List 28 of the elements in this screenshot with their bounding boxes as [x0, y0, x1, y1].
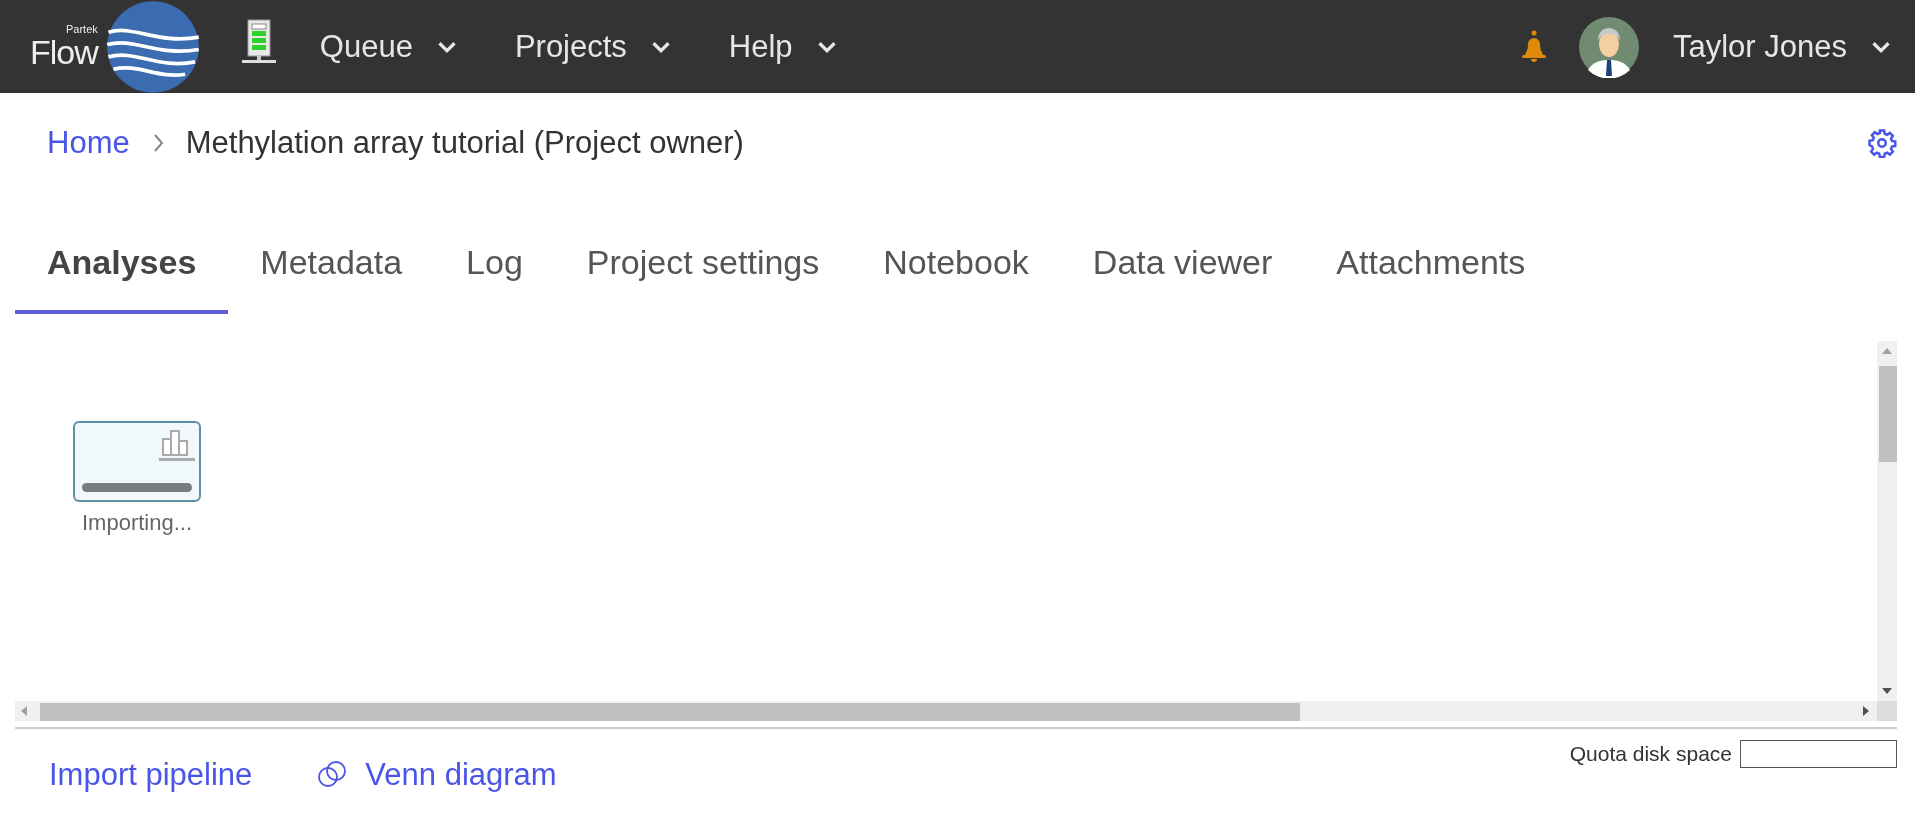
footer-link[interactable]: Venn diagram: [317, 757, 557, 793]
breadcrumb-current: Methylation array tutorial (Project owner): [185, 125, 744, 161]
tab[interactable]: Analyses: [15, 227, 229, 314]
chevron-right-icon: [151, 133, 164, 153]
menu-dropdown[interactable]: Help: [728, 28, 839, 65]
tab[interactable]: Attachments: [1304, 227, 1558, 314]
quota-label: Quota disk space: [1569, 742, 1732, 766]
bell-icon[interactable]: [1519, 29, 1548, 64]
tab[interactable]: Project settings: [554, 227, 852, 314]
tab[interactable]: Log: [434, 227, 555, 314]
data-node-icon[interactable]: [73, 421, 201, 502]
breadcrumb-link[interactable]: Home: [47, 125, 130, 161]
footer-link[interactable]: Import pipeline: [49, 757, 253, 793]
horizontal-scrollbar[interactable]: [15, 701, 1897, 721]
menu-dropdown[interactable]: Queue: [319, 28, 459, 65]
tab[interactable]: Metadata: [228, 227, 435, 314]
node-label: Importing...: [81, 510, 192, 536]
settings-icon[interactable]: [1867, 128, 1897, 158]
user-menu[interactable]: Taylor Jones: [1672, 28, 1893, 65]
venn-icon: [317, 760, 348, 790]
logo-title: Flow: [30, 35, 98, 69]
menu-dropdown[interactable]: Projects: [514, 28, 673, 65]
tab[interactable]: Notebook: [851, 227, 1061, 314]
globe-logo-icon: [105, 0, 200, 94]
vertical-scrollbar[interactable]: [1877, 341, 1897, 701]
avatar-icon: [1577, 15, 1640, 78]
tab[interactable]: Data viewer: [1060, 227, 1305, 314]
logo-subtitle: Partek: [66, 24, 98, 35]
